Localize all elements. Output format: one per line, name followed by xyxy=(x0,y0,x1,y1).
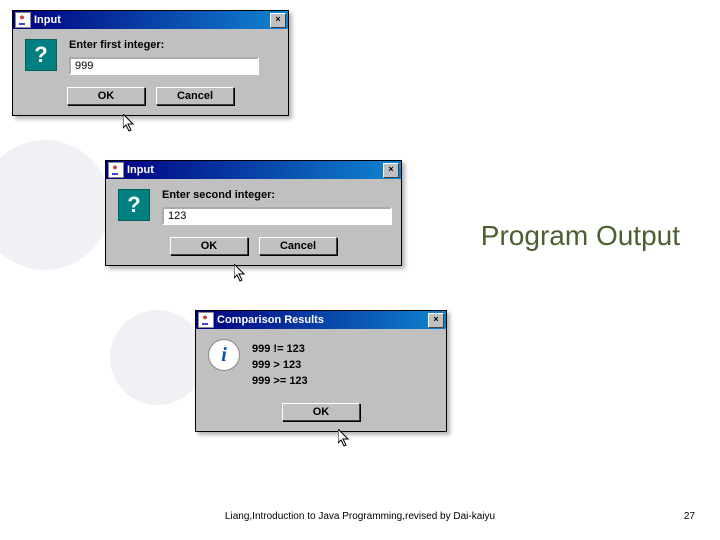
integer-input[interactable] xyxy=(162,207,392,225)
ok-button[interactable]: OK xyxy=(170,237,248,255)
java-icon xyxy=(108,162,124,178)
cursor-icon xyxy=(123,114,137,134)
close-icon[interactable]: × xyxy=(270,13,286,28)
java-icon xyxy=(15,12,31,28)
cancel-button[interactable]: Cancel xyxy=(259,237,337,255)
cursor-icon xyxy=(338,429,352,449)
page-number: 27 xyxy=(684,511,695,522)
prompt-label: Enter first integer: xyxy=(69,39,276,51)
integer-input[interactable] xyxy=(69,57,259,75)
result-line: 999 != 123 xyxy=(252,343,434,355)
cancel-button[interactable]: Cancel xyxy=(156,87,234,105)
java-icon xyxy=(198,312,214,328)
slide-title: Program Output xyxy=(481,220,680,252)
result-line: 999 > 123 xyxy=(252,359,434,371)
dialog-title: Input xyxy=(127,164,383,176)
info-icon xyxy=(208,339,240,371)
result-line: 999 >= 123 xyxy=(252,375,434,387)
question-icon: ? xyxy=(25,39,57,71)
titlebar[interactable]: Input × xyxy=(13,11,288,29)
titlebar[interactable]: Input × xyxy=(106,161,401,179)
cursor-icon xyxy=(234,264,248,284)
ok-button[interactable]: OK xyxy=(282,403,360,421)
close-icon[interactable]: × xyxy=(383,163,399,178)
dialog-title: Comparison Results xyxy=(217,314,428,326)
ok-button[interactable]: OK xyxy=(67,87,145,105)
prompt-label: Enter second integer: xyxy=(162,189,392,201)
input-dialog-first: Input × ? Enter first integer: OK Cancel xyxy=(12,10,289,116)
titlebar[interactable]: Comparison Results × xyxy=(196,311,446,329)
question-icon: ? xyxy=(118,189,150,221)
footer-text: Liang,Introduction to Java Programming,r… xyxy=(0,511,720,522)
input-dialog-second: Input × ? Enter second integer: OK Cance… xyxy=(105,160,402,266)
result-dialog: Comparison Results × 999 != 123 999 > 12… xyxy=(195,310,447,432)
dialog-title: Input xyxy=(34,14,270,26)
close-icon[interactable]: × xyxy=(428,313,444,328)
